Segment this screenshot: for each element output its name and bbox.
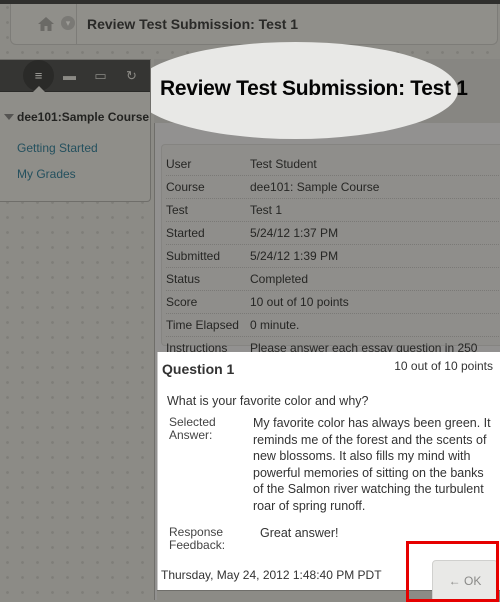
detail-value: 5/24/12 1:39 PM: [250, 249, 339, 263]
detail-value: Test Student: [250, 157, 317, 171]
course-heading[interactable]: dee101:Sample Course: [4, 110, 150, 124]
breadcrumb-current: Review Test Submission: Test 1: [87, 16, 299, 32]
selected-answer-label: Selected Answer:: [169, 415, 216, 442]
detail-label: Status: [166, 272, 201, 286]
home-menu[interactable]: ▾: [31, 13, 75, 35]
detail-row: Started 5/24/12 1:37 PM: [166, 222, 500, 245]
detail-label: User: [166, 157, 192, 171]
question-title: Question 1: [162, 361, 235, 377]
sidebar-item-getting-started[interactable]: Getting Started: [17, 141, 150, 155]
detail-value: dee101: Sample Course: [250, 180, 380, 194]
home-icon[interactable]: [37, 15, 55, 33]
course-menu: ≡ ▬ ▭ ↻ dee101:Sample Course Getting Sta…: [0, 59, 151, 202]
breadcrumb: ▾ Review Test Submission: Test 1: [10, 4, 498, 45]
course-menu-toolbar: ≡ ▬ ▭ ↻: [0, 60, 150, 92]
detail-row: Test Test 1: [166, 199, 500, 222]
feedback-label: Response Feedback:: [169, 525, 226, 552]
page-title: Review Test Submission: Test 1: [160, 77, 468, 100]
response-feedback: Great answer!: [260, 526, 339, 540]
detail-label: Test: [166, 203, 189, 217]
detail-row: Time Elapsed 0 minute.: [166, 314, 500, 337]
detail-value: Completed: [250, 272, 309, 286]
detail-value: 0 minute.: [250, 318, 300, 332]
course-name: dee101:Sample Course: [17, 110, 150, 124]
submission-details: User Test Student Course dee101: Sample Co…: [161, 144, 500, 370]
window-icon[interactable]: ▭: [85, 60, 116, 91]
detail-row: Submitted 5/24/12 1:39 PM: [166, 245, 500, 268]
refresh-icon[interactable]: ↻: [116, 60, 147, 91]
detail-label: Time Elapsed: [166, 318, 239, 332]
breadcrumb-divider: [76, 4, 77, 44]
detail-row: Status Completed: [166, 268, 500, 291]
question-points: 10 out of 10 points: [394, 359, 493, 373]
detail-value: 10 out of 10 points: [250, 295, 349, 309]
folder-icon[interactable]: ▬: [54, 60, 85, 91]
detail-label: Score: [166, 295, 198, 309]
selected-answer: My favorite color has always been green.…: [253, 416, 491, 513]
detail-label: Started: [166, 226, 205, 240]
detail-value: Test 1: [250, 203, 283, 217]
detail-row: Score 10 out of 10 points: [166, 291, 500, 314]
sidebar-item-my-grades[interactable]: My Grades: [17, 167, 150, 181]
submission-date: Thursday, May 24, 2012 1:48:40 PM PDT: [161, 568, 382, 582]
collapse-triangle-icon[interactable]: [4, 114, 14, 120]
detail-row: User Test Student: [166, 153, 500, 176]
detail-label: Course: [166, 180, 205, 194]
detail-value: 5/24/12 1:37 PM: [250, 226, 339, 240]
active-pointer: [33, 86, 45, 92]
chevron-down-icon[interactable]: ▾: [61, 16, 75, 30]
question-text: What is your favorite color and why?: [167, 394, 369, 408]
highlight-box: [406, 541, 499, 602]
detail-row: Course dee101: Sample Course: [166, 176, 500, 199]
detail-label: Submitted: [166, 249, 221, 263]
